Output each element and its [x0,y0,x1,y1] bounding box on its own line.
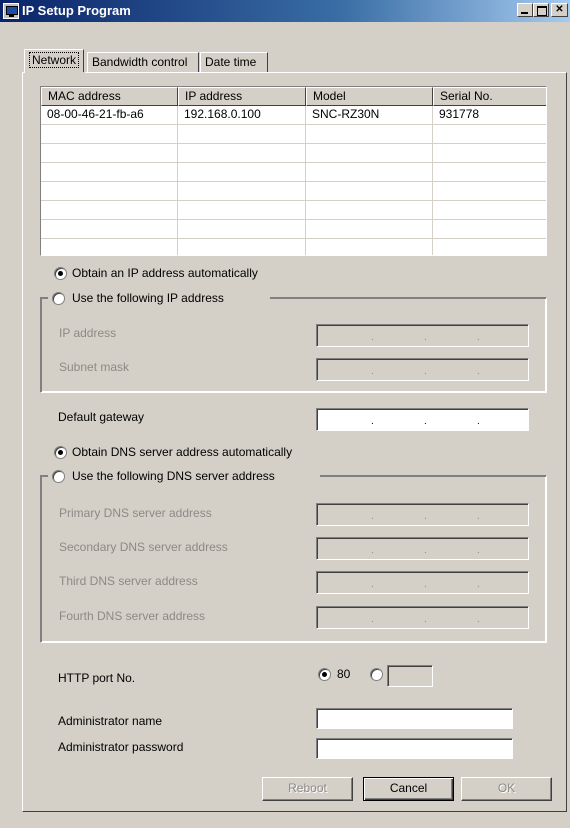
obtain-dns-auto-radio[interactable] [54,446,67,459]
tab-bandwidth-label: Bandwidth control [92,55,188,69]
device-list-header: MAC address IP address Model Serial No. [41,87,546,106]
table-row-empty [41,239,546,255]
ip-address-label: IP address [59,326,117,340]
use-following-ip-radio[interactable] [52,292,65,305]
close-button[interactable]: ✕ [551,3,568,17]
fourth-dns-field[interactable]: . . . [316,606,529,629]
table-row-empty [41,125,546,144]
subnet-mask-label: Subnet mask [59,360,130,374]
cancel-button[interactable]: Cancel [363,777,454,801]
obtain-dns-auto-label: Obtain DNS server address automatically [72,445,293,459]
http-port-label: HTTP port No. [58,671,136,685]
table-row-empty [41,182,546,201]
column-header-model[interactable]: Model [306,87,433,106]
ok-button[interactable]: OK [461,777,552,801]
primary-dns-field[interactable]: . . . [316,503,529,526]
column-header-ip[interactable]: IP address [178,87,306,106]
table-row-empty [41,144,546,163]
subnet-mask-field[interactable]: . . . [316,358,529,381]
close-icon: ✕ [555,4,564,15]
tab-joint [25,72,85,74]
third-dns-label: Third DNS server address [59,574,198,588]
primary-dns-label: Primary DNS server address [59,506,212,520]
http-port-custom-input[interactable] [387,665,433,687]
admin-name-input[interactable] [316,708,513,729]
ip-setup-window: IP Setup Program ✕ Network Bandwidth con… [0,0,570,828]
maximize-button[interactable] [533,3,549,17]
obtain-ip-auto-label: Obtain an IP address automatically [72,266,258,280]
column-header-mac[interactable]: MAC address [41,87,178,106]
http-port-custom-radio[interactable] [370,668,383,681]
tab-bandwidth-control[interactable]: Bandwidth control [87,52,199,72]
cell-mac-address: 08-00-46-21-fb-a6 [41,106,178,124]
admin-name-label: Administrator name [58,714,163,728]
http-port-80-radio[interactable] [318,668,331,681]
default-gateway-label: Default gateway [58,410,145,424]
minimize-button[interactable] [517,3,533,17]
admin-password-input[interactable] [316,738,513,759]
http-port-80-label: 80 [337,667,351,681]
ip-address-field[interactable]: . . . [316,324,529,347]
reboot-button[interactable]: Reboot [262,777,353,801]
table-row[interactable]: 08-00-46-21-fb-a6 192.168.0.100 SNC-RZ30… [41,106,546,125]
app-computer-icon[interactable] [3,3,19,19]
tab-date-time[interactable]: Date time [200,52,268,72]
secondary-dns-field[interactable]: . . . [316,537,529,560]
device-list[interactable]: MAC address IP address Model Serial No. … [40,86,547,256]
window-title: IP Setup Program [22,3,131,18]
third-dns-field[interactable]: . . . [316,571,529,594]
table-row-empty [41,163,546,182]
cell-model: SNC-RZ30N [306,106,433,124]
column-header-serial[interactable]: Serial No. [433,87,546,106]
cell-serial-no: 931778 [439,107,480,121]
secondary-dns-label: Secondary DNS server address [59,540,228,554]
use-following-ip-label: Use the following IP address [72,291,224,305]
use-following-dns-radio[interactable] [52,470,65,483]
title-bar[interactable]: IP Setup Program ✕ [0,0,570,22]
tab-datetime-label: Date time [205,55,257,69]
table-row-empty [41,201,546,220]
fourth-dns-label: Fourth DNS server address [59,609,206,623]
obtain-ip-auto-radio[interactable] [54,267,67,280]
cell-ip-address: 192.168.0.100 [178,106,306,124]
tab-network-label: Network [29,52,80,68]
admin-password-label: Administrator password [58,740,184,754]
table-row-empty [41,220,546,239]
default-gateway-field[interactable]: . . . [316,408,529,431]
tab-network[interactable]: Network [24,49,85,73]
use-following-dns-label: Use the following DNS server address [72,469,275,483]
